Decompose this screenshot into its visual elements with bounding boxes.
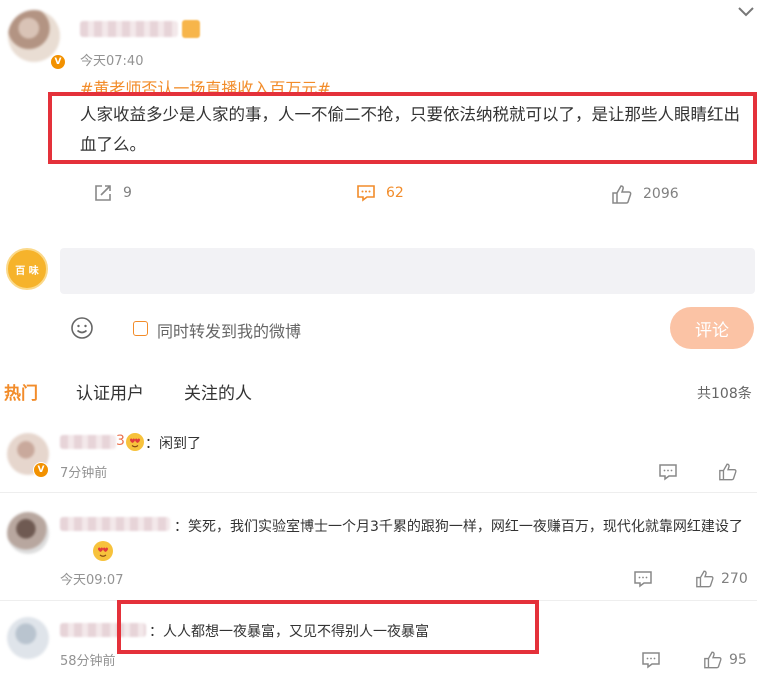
comment-button[interactable]: 62 bbox=[356, 183, 404, 203]
like-button[interactable]: 2096 bbox=[611, 184, 679, 204]
commenter-name[interactable] bbox=[60, 517, 170, 531]
composer-avatar-text: 百 味 bbox=[15, 265, 39, 277]
commenter-avatar[interactable] bbox=[7, 617, 49, 659]
commenter-name[interactable] bbox=[60, 435, 116, 449]
verified-badge-icon: V bbox=[33, 462, 49, 478]
thumbs-up-icon bbox=[703, 650, 723, 669]
repost-checkbox-label: 同时转发到我的微博 bbox=[157, 322, 302, 341]
tab-following[interactable]: 关注的人 bbox=[184, 379, 252, 404]
comment-time: 今天09:07 bbox=[60, 573, 124, 588]
comment-text: ：人人都想一夜暴富，又见不得别人一夜暴富 bbox=[149, 624, 429, 640]
share-icon bbox=[93, 183, 113, 203]
reply-icon[interactable] bbox=[633, 570, 653, 588]
comment-time: 58分钟前 bbox=[60, 654, 116, 669]
comment-time: 7分钟前 bbox=[60, 466, 108, 481]
comment-total: 共108条 bbox=[697, 386, 752, 402]
thumbs-up-icon[interactable] bbox=[718, 462, 738, 481]
repost-checkbox[interactable] bbox=[133, 321, 148, 336]
post-body: 人家收益多少是人家的事，人一不偷二不抢，只要依法纳税就可以了，是让那些人眼睛红出… bbox=[80, 105, 740, 154]
submit-comment-label: 评论 bbox=[695, 320, 729, 341]
tab-hot[interactable]: 热门 bbox=[4, 379, 38, 404]
comment-icon bbox=[356, 183, 376, 203]
tab-verified[interactable]: 认证用户 bbox=[76, 379, 144, 404]
verified-badge-icon: V bbox=[50, 54, 66, 70]
comment-like-button[interactable]: 270 bbox=[695, 569, 748, 588]
submit-comment-button[interactable]: 评论 bbox=[670, 307, 754, 349]
chevron-down-icon[interactable] bbox=[737, 6, 755, 18]
thumbs-up-icon bbox=[695, 569, 715, 588]
comment-input[interactable] bbox=[60, 248, 755, 294]
repost-count: 9 bbox=[123, 185, 132, 201]
emoji-icon[interactable] bbox=[70, 316, 94, 340]
divider bbox=[0, 492, 757, 493]
commenter-name-suffix[interactable]: 3 bbox=[116, 433, 125, 449]
comment-count: 62 bbox=[386, 185, 404, 201]
comment-like-button[interactable]: 95 bbox=[703, 650, 747, 669]
composer-avatar: 百 味 bbox=[6, 248, 48, 290]
like-count: 2096 bbox=[643, 186, 679, 202]
comment-text: ：笑死，我们实验室博士一个月3千累的跟狗一样，网红一夜赚百万，现代化就靠网红建设… bbox=[174, 519, 743, 535]
comment-text: ：闲到了 bbox=[145, 436, 201, 452]
post-timestamp: 今天07:40 bbox=[80, 54, 144, 69]
member-badge-icon bbox=[182, 20, 200, 38]
emoji-blush-icon bbox=[93, 541, 113, 561]
repost-button[interactable]: 9 bbox=[93, 183, 132, 203]
commenter-avatar[interactable] bbox=[7, 512, 49, 554]
author-name[interactable] bbox=[80, 21, 178, 37]
emoji-heart-eyes-icon bbox=[126, 433, 144, 451]
reply-icon[interactable] bbox=[641, 651, 661, 669]
reply-icon[interactable] bbox=[658, 463, 678, 481]
comment-like-count: 95 bbox=[729, 651, 747, 668]
comment-like-count: 270 bbox=[721, 570, 748, 587]
author-avatar[interactable] bbox=[8, 10, 60, 62]
thumbs-up-icon bbox=[611, 184, 633, 204]
